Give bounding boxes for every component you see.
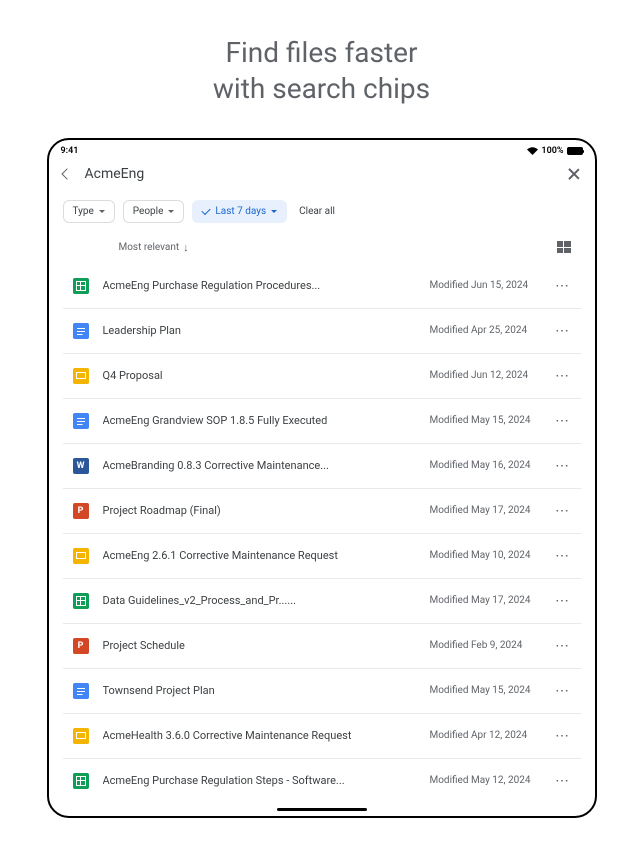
file-modified: Modified May 17, 2024 [430, 595, 555, 606]
file-name: Project Roadmap (Final) [103, 504, 430, 517]
status-bar: 9:41 100% [49, 140, 595, 158]
docs-icon [73, 683, 89, 699]
filter-chips-row: Type People Last 7 days Clear all [49, 192, 595, 237]
file-row[interactable]: AcmeEng Purchase Regulation Procedures..… [63, 264, 581, 309]
more-options-button[interactable]: ⋯ [555, 549, 571, 563]
home-indicator[interactable] [277, 808, 367, 811]
file-modified: Modified Apr 12, 2024 [430, 730, 555, 741]
status-time: 9:41 [61, 146, 79, 156]
more-options-button[interactable]: ⋯ [555, 324, 571, 338]
file-modified: Modified May 17, 2024 [430, 505, 555, 516]
chip-people[interactable]: People [123, 200, 185, 223]
chip-last-7-days[interactable]: Last 7 days [192, 200, 287, 223]
arrow-down-icon: ↓ [183, 241, 189, 254]
file-row[interactable]: AcmeEng Grandview SOP 1.8.5 Fully Execut… [63, 399, 581, 444]
ppt-icon [73, 503, 89, 519]
more-options-button[interactable]: ⋯ [555, 774, 571, 788]
file-modified: Modified May 15, 2024 [430, 685, 555, 696]
more-options-button[interactable]: ⋯ [555, 729, 571, 743]
list-header: Most relevant ↓ [49, 237, 595, 264]
file-name: Project Schedule [103, 639, 430, 652]
more-options-button[interactable]: ⋯ [555, 459, 571, 473]
more-options-button[interactable]: ⋯ [555, 504, 571, 518]
file-row[interactable]: Q4 ProposalModified Jun 12, 2024⋯ [63, 354, 581, 399]
wifi-icon [527, 147, 538, 155]
file-name: AcmeEng Purchase Regulation Steps - Soft… [103, 774, 430, 787]
file-modified: Modified Jun 15, 2024 [430, 280, 555, 291]
back-button[interactable] [61, 168, 72, 179]
chevron-down-icon [168, 210, 174, 213]
file-list: AcmeEng Purchase Regulation Procedures..… [49, 264, 595, 803]
promo-line-2: with search chips [0, 71, 643, 107]
file-row[interactable]: Project Roadmap (Final)Modified May 17, … [63, 489, 581, 534]
sort-label-text: Most relevant [119, 242, 180, 253]
slides-icon [73, 728, 89, 744]
file-name: AcmeEng 2.6.1 Corrective Maintenance Req… [103, 549, 430, 562]
clear-all-button[interactable]: Clear all [295, 206, 335, 217]
file-modified: Modified May 16, 2024 [430, 460, 555, 471]
file-modified: Modified May 15, 2024 [430, 415, 555, 426]
word-icon [73, 458, 89, 474]
more-options-button[interactable]: ⋯ [555, 594, 571, 608]
ppt-icon [73, 638, 89, 654]
file-row[interactable]: Townsend Project PlanModified May 15, 20… [63, 669, 581, 714]
file-row[interactable]: Project ScheduleModified Feb 9, 2024⋯ [63, 624, 581, 669]
grid-view-toggle[interactable] [557, 241, 571, 253]
battery-text: 100% [541, 146, 563, 156]
file-name: AcmeEng Grandview SOP 1.8.5 Fully Execut… [103, 414, 430, 427]
file-name: AcmeBranding 0.8.3 Corrective Maintenanc… [103, 459, 430, 472]
file-row[interactable]: AcmeBranding 0.8.3 Corrective Maintenanc… [63, 444, 581, 489]
docs-icon [73, 323, 89, 339]
header-bar: AcmeEng [49, 158, 595, 192]
more-options-button[interactable]: ⋯ [555, 684, 571, 698]
file-name: Leadership Plan [103, 324, 430, 337]
sheets-icon [73, 593, 89, 609]
file-modified: Modified May 12, 2024 [430, 775, 555, 786]
chip-type[interactable]: Type [63, 200, 115, 223]
header-left: AcmeEng [63, 166, 145, 182]
chip-people-label: People [133, 206, 164, 217]
file-row[interactable]: Data Guidelines_v2_Process_and_Pr......M… [63, 579, 581, 624]
check-icon [202, 206, 211, 215]
file-modified: Modified Apr 25, 2024 [430, 325, 555, 336]
chevron-down-icon [99, 210, 105, 213]
file-row[interactable]: AcmeHealth 3.6.0 Corrective Maintenance … [63, 714, 581, 759]
slides-icon [73, 548, 89, 564]
file-modified: Modified Jun 12, 2024 [430, 370, 555, 381]
promo-heading: Find files faster with search chips [0, 0, 643, 138]
file-name: Q4 Proposal [103, 369, 430, 382]
file-row[interactable]: AcmeEng Purchase Regulation Steps - Soft… [63, 759, 581, 803]
more-options-button[interactable]: ⋯ [555, 639, 571, 653]
docs-icon [73, 413, 89, 429]
chip-type-label: Type [73, 206, 94, 217]
sheets-icon [73, 773, 89, 789]
file-row[interactable]: AcmeEng 2.6.1 Corrective Maintenance Req… [63, 534, 581, 579]
sheets-icon [73, 278, 89, 294]
file-row[interactable]: Leadership PlanModified Apr 25, 2024⋯ [63, 309, 581, 354]
file-name: Townsend Project Plan [103, 684, 430, 697]
chip-active-label: Last 7 days [215, 206, 266, 217]
file-name: AcmeHealth 3.6.0 Corrective Maintenance … [103, 729, 430, 742]
more-options-button[interactable]: ⋯ [555, 414, 571, 428]
status-right: 100% [527, 146, 582, 156]
more-options-button[interactable]: ⋯ [555, 369, 571, 383]
slides-icon [73, 368, 89, 384]
sort-dropdown[interactable]: Most relevant ↓ [119, 241, 189, 254]
file-name: AcmeEng Purchase Regulation Procedures..… [103, 279, 430, 292]
tablet-frame: 9:41 100% AcmeEng Type People Last 7 day… [47, 138, 597, 818]
battery-icon [567, 147, 583, 155]
close-button[interactable] [567, 167, 581, 181]
page-title: AcmeEng [85, 166, 145, 182]
promo-line-1: Find files faster [0, 35, 643, 71]
file-modified: Modified May 10, 2024 [430, 550, 555, 561]
more-options-button[interactable]: ⋯ [555, 279, 571, 293]
file-modified: Modified Feb 9, 2024 [430, 640, 555, 651]
file-name: Data Guidelines_v2_Process_and_Pr...... [103, 594, 430, 607]
chevron-down-icon [271, 210, 277, 213]
